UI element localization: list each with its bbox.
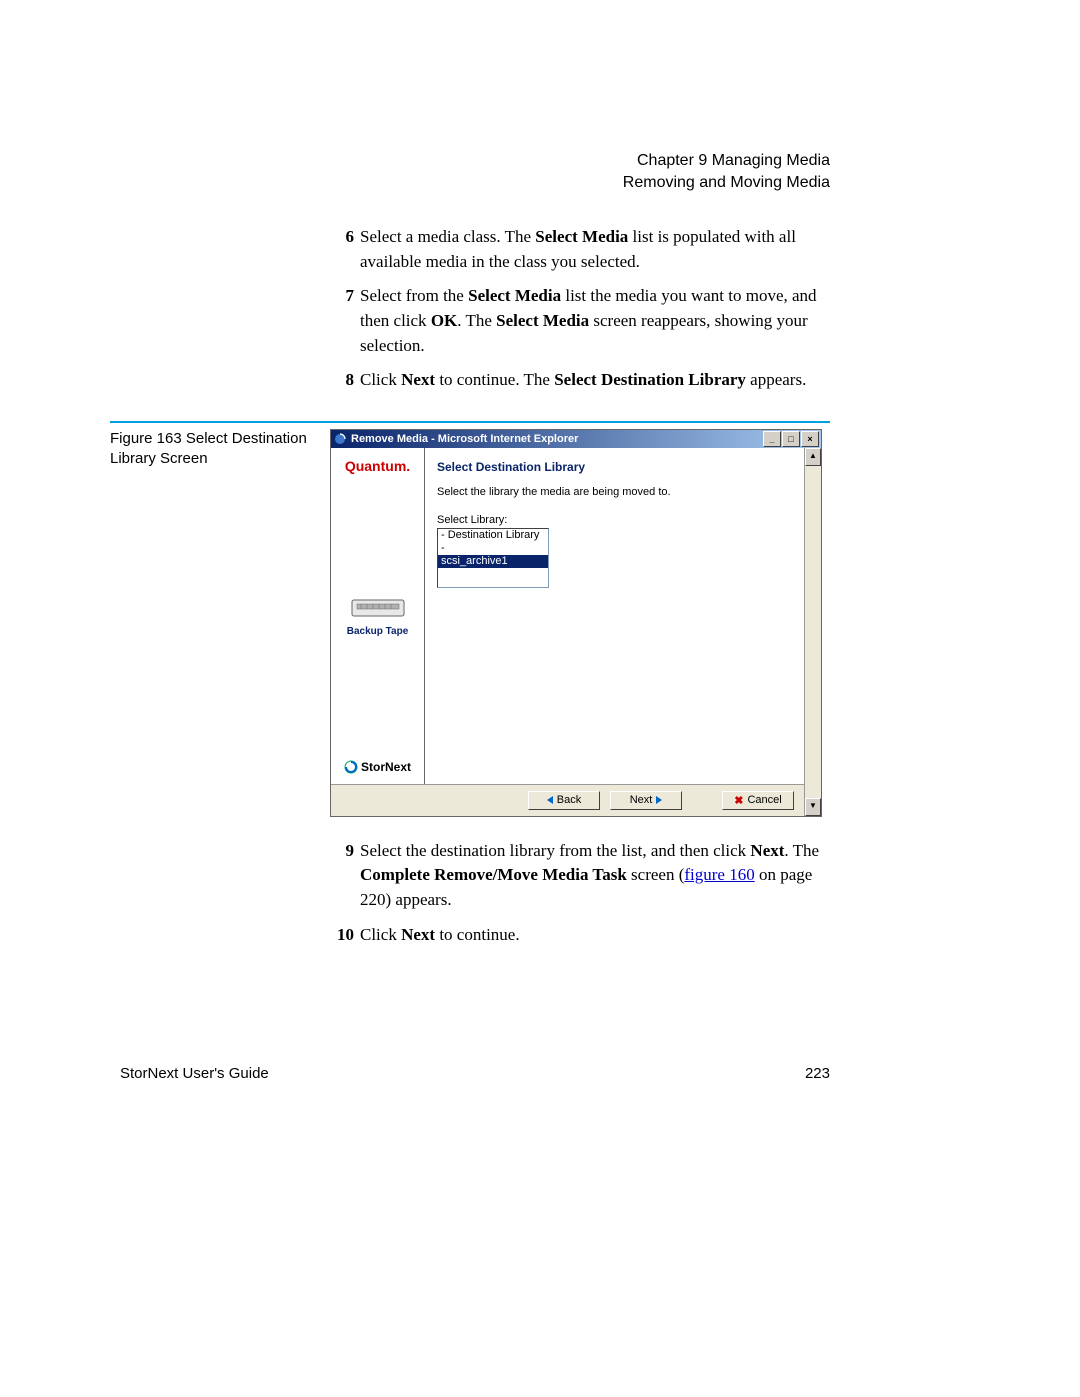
page-number: 223 — [805, 1065, 830, 1082]
x-icon: ✖ — [734, 794, 743, 807]
close-button[interactable]: × — [801, 431, 819, 447]
page: Chapter 9 Managing Media Removing and Mo… — [0, 0, 1080, 1397]
minimize-button[interactable]: _ — [763, 431, 781, 447]
scrollbar[interactable]: ▲ ▼ — [804, 448, 821, 816]
step-9: 9 Select the destination library from th… — [330, 839, 830, 913]
list-option[interactable]: scsi_archive1 — [438, 555, 548, 568]
chapter-label: Chapter 9 Managing Media — [623, 150, 830, 172]
step-6: 6 Select a media class. The Select Media… — [330, 225, 830, 274]
next-button[interactable]: Next — [610, 791, 682, 810]
steps-bottom: 9 Select the destination library from th… — [330, 839, 830, 948]
section-label: Removing and Moving Media — [623, 172, 830, 194]
figure-caption: Figure 163 Select Destination Library Sc… — [110, 429, 330, 470]
scroll-down-button[interactable]: ▼ — [805, 798, 821, 816]
titlebar: Remove Media - Microsoft Internet Explor… — [331, 430, 821, 448]
step-number: 8 — [330, 368, 354, 393]
step-number: 6 — [330, 225, 354, 274]
maximize-button[interactable]: □ — [782, 431, 800, 447]
ie-icon — [333, 432, 347, 446]
select-library-listbox[interactable]: - Destination Library - scsi_archive1 — [437, 528, 549, 588]
cancel-button[interactable]: ✖ Cancel — [722, 791, 794, 810]
arrow-left-icon — [547, 796, 553, 804]
backup-tape-label: Backup Tape — [335, 626, 420, 637]
quantum-logo: Quantum. — [335, 458, 420, 474]
right-panel: Select Destination Library Select the li… — [425, 448, 804, 784]
panel-description: Select the library the media are being m… — [437, 486, 792, 498]
step-text: Click Next to continue. — [360, 923, 830, 948]
step-10: 10 Click Next to continue. — [330, 923, 830, 948]
step-text: Click Next to continue. The Select Desti… — [360, 368, 830, 393]
arrow-right-icon — [656, 796, 662, 804]
select-library-label: Select Library: — [437, 514, 792, 526]
step-text: Select the destination library from the … — [360, 839, 830, 913]
step-number: 9 — [330, 839, 354, 913]
guide-name: StorNext User's Guide — [120, 1065, 269, 1082]
step-7: 7 Select from the Select Media list the … — [330, 284, 830, 358]
page-header: Chapter 9 Managing Media Removing and Mo… — [623, 150, 830, 193]
stornext-logo: StorNext — [335, 760, 420, 774]
step-number: 7 — [330, 284, 354, 358]
figure-link[interactable]: figure 160 — [684, 865, 754, 884]
dialog-screenshot: Remove Media - Microsoft Internet Explor… — [330, 429, 822, 817]
tape-drive-icon — [351, 596, 405, 620]
figure-row: Figure 163 Select Destination Library Sc… — [110, 429, 830, 817]
dialog-title: Remove Media - Microsoft Internet Explor… — [351, 433, 763, 445]
list-option[interactable]: - Destination Library - — [438, 529, 548, 555]
step-text: Select from the Select Media list the me… — [360, 284, 830, 358]
panel-title: Select Destination Library — [437, 460, 792, 474]
page-footer: StorNext User's Guide 223 — [120, 1065, 830, 1082]
steps-top: 6 Select a media class. The Select Media… — [330, 225, 830, 393]
figure-rule — [110, 421, 830, 423]
back-button[interactable]: Back — [528, 791, 600, 810]
main-content: 6 Select a media class. The Select Media… — [330, 225, 830, 947]
scroll-up-button[interactable]: ▲ — [805, 448, 821, 466]
step-number: 10 — [330, 923, 354, 948]
window-buttons: _ □ × — [763, 431, 819, 447]
left-panel: Quantum. — [331, 448, 425, 784]
step-text: Select a media class. The Select Media l… — [360, 225, 830, 274]
step-8: 8 Click Next to continue. The Select Des… — [330, 368, 830, 393]
button-bar: Back Next ✖ Cancel — [331, 784, 804, 816]
dialog-body: Quantum. — [331, 448, 821, 816]
stornext-icon — [344, 760, 358, 774]
